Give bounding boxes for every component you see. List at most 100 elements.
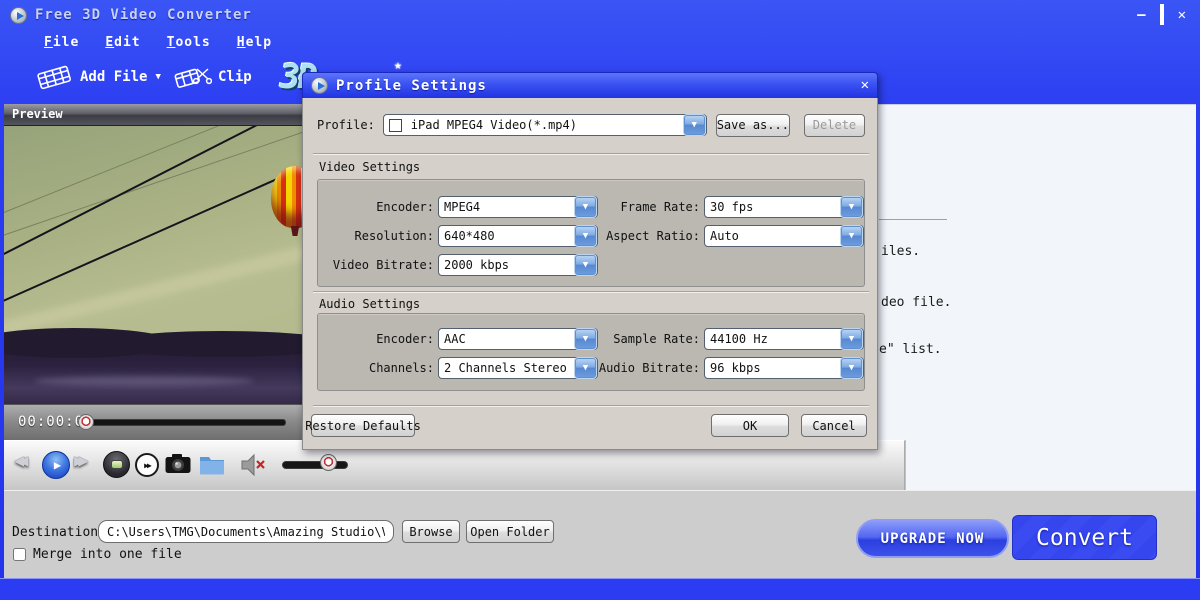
volume-track[interactable] <box>282 461 348 469</box>
frame-rate-combobox[interactable]: 30 fps ▼ <box>704 196 864 218</box>
destination-input[interactable] <box>98 520 394 543</box>
menu-help[interactable]: Help <box>237 35 272 50</box>
step-forward-button[interactable]: ▶▶ <box>135 453 159 477</box>
channels-label: Channels: <box>322 361 434 375</box>
instruction-fragment: iles. <box>881 244 920 259</box>
dialog-close-button[interactable]: ✕ <box>861 77 869 93</box>
preview-video-frame <box>4 126 302 404</box>
snapshot-button[interactable] <box>164 452 192 476</box>
instruction-fragment: e" list. <box>879 342 942 357</box>
audio-encoder-value: AAC <box>439 332 575 346</box>
camera-icon <box>164 452 192 476</box>
play-button[interactable]: ▶ <box>42 451 70 479</box>
minimize-button[interactable]: — <box>1137 7 1145 23</box>
profile-combobox[interactable]: iPad MPEG4 Video(*.mp4) ▼ <box>383 114 707 136</box>
clip-label: Clip <box>218 69 252 85</box>
sample-rate-value: 44100 Hz <box>705 332 841 346</box>
channels-combobox[interactable]: 2 Channels Stereo ▼ <box>438 357 598 379</box>
film-reel-icon <box>34 61 74 93</box>
save-as-button[interactable]: Save as... <box>716 114 790 137</box>
delete-button[interactable]: Delete <box>804 114 865 137</box>
chevron-down-icon[interactable]: ▼ <box>841 329 862 349</box>
file-list-panel-lower <box>905 440 1196 490</box>
add-file-button[interactable]: Add File ▼ <box>34 61 161 93</box>
star-icon: ★ <box>394 58 402 73</box>
dialog-icon <box>311 77 328 94</box>
profile-checkbox-icon[interactable] <box>389 119 402 132</box>
clip-button[interactable]: Clip <box>172 61 252 93</box>
profile-combobox-value: iPad MPEG4 Video(*.mp4) <box>406 118 684 132</box>
separator <box>313 153 869 155</box>
restore-defaults-button[interactable]: Restore Defaults <box>311 414 415 437</box>
menu-tools[interactable]: Tools <box>167 35 211 50</box>
chevron-down-icon[interactable]: ▼ <box>575 329 596 349</box>
contrail <box>4 228 302 338</box>
audio-encoder-combobox[interactable]: AAC ▼ <box>438 328 598 350</box>
seek-handle[interactable] <box>78 414 94 430</box>
resolution-value: 640*480 <box>439 229 575 243</box>
open-folder-button-bottom[interactable]: Open Folder <box>466 520 554 543</box>
video-bitrate-combobox[interactable]: 2000 kbps ▼ <box>438 254 598 276</box>
video-encoder-combobox[interactable]: MPEG4 ▼ <box>438 196 598 218</box>
frame-rate-label: Frame Rate: <box>598 200 700 214</box>
chevron-down-icon[interactable]: ▼ <box>575 358 596 378</box>
window-titlebar: Free 3D Video Converter — ✕ <box>0 0 1200 30</box>
menu-file[interactable]: File <box>44 35 79 50</box>
seek-track[interactable] <box>88 419 286 426</box>
convert-button[interactable]: Convert <box>1012 515 1157 560</box>
menu-bar: File Edit Tools Help <box>0 30 1200 55</box>
upgrade-now-button[interactable]: UPGRADE NOW <box>856 519 1009 558</box>
maximize-icon <box>1160 4 1164 25</box>
clip-scissors-icon <box>172 61 212 93</box>
sample-rate-combobox[interactable]: 44100 Hz ▼ <box>704 328 864 350</box>
merge-checkbox[interactable] <box>13 548 26 561</box>
audio-settings-group: Encoder: AAC ▼ Sample Rate: 44100 Hz ▼ C… <box>317 313 865 391</box>
aspect-ratio-value: Auto <box>705 229 841 243</box>
audio-bitrate-combobox[interactable]: 96 kbps ▼ <box>704 357 864 379</box>
video-encoder-value: MPEG4 <box>439 200 575 214</box>
video-settings-group: Encoder: MPEG4 ▼ Frame Rate: 30 fps ▼ Re… <box>317 179 865 287</box>
chevron-down-icon[interactable]: ▼ <box>841 358 862 378</box>
app-icon <box>10 7 27 24</box>
video-bitrate-label: Video Bitrate: <box>322 258 434 272</box>
profile-settings-dialog: Profile Settings ✕ Profile: iPad MPEG4 V… <box>302 72 878 450</box>
volume-handle[interactable] <box>320 454 337 471</box>
power-line <box>4 141 302 306</box>
chevron-down-icon[interactable]: ▼ <box>841 197 862 217</box>
fast-forward-button[interactable]: ▶▶ <box>74 451 82 471</box>
cancel-button[interactable]: Cancel <box>801 414 867 437</box>
dialog-body: Profile: iPad MPEG4 Video(*.mp4) ▼ Save … <box>302 98 878 450</box>
dialog-titlebar[interactable]: Profile Settings ✕ <box>302 72 878 98</box>
aspect-ratio-label: Aspect Ratio: <box>598 229 700 243</box>
chevron-down-icon[interactable]: ▼ <box>575 226 596 246</box>
preview-panel: Preview 00:00:00 <box>4 104 302 440</box>
add-file-label: Add File <box>80 69 147 85</box>
chevron-down-icon[interactable]: ▼ <box>575 255 596 275</box>
frame-rate-value: 30 fps <box>705 200 841 214</box>
chevron-down-icon[interactable]: ▼ <box>841 226 862 246</box>
audio-bitrate-value: 96 kbps <box>705 361 841 375</box>
maximize-button[interactable] <box>1160 7 1164 23</box>
close-button[interactable]: ✕ <box>1178 7 1186 23</box>
separator <box>313 405 869 407</box>
preview-header: Preview <box>4 104 302 126</box>
window-title: Free 3D Video Converter <box>35 7 252 23</box>
open-folder-button[interactable] <box>198 453 226 475</box>
chevron-down-icon[interactable]: ▼ <box>575 197 596 217</box>
rewind-button[interactable]: ◀◀ <box>14 451 22 471</box>
resolution-label: Resolution: <box>322 229 434 243</box>
audio-bitrate-label: Audio Bitrate: <box>598 361 700 375</box>
stop-button[interactable] <box>103 451 130 478</box>
instruction-underline <box>879 219 947 220</box>
menu-edit[interactable]: Edit <box>105 35 140 50</box>
browse-button[interactable]: Browse <box>402 520 460 543</box>
channels-value: 2 Channels Stereo <box>439 361 575 375</box>
resolution-combobox[interactable]: 640*480 ▼ <box>438 225 598 247</box>
ok-button[interactable]: OK <box>711 414 789 437</box>
chevron-down-icon[interactable]: ▼ <box>684 115 705 135</box>
bottom-panel: Destination: Browse Open Folder Merge in… <box>4 490 1196 578</box>
hills-silhouette <box>4 340 302 404</box>
aspect-ratio-combobox[interactable]: Auto ▼ <box>704 225 864 247</box>
folder-icon <box>198 453 226 475</box>
mute-button[interactable] <box>240 453 268 477</box>
